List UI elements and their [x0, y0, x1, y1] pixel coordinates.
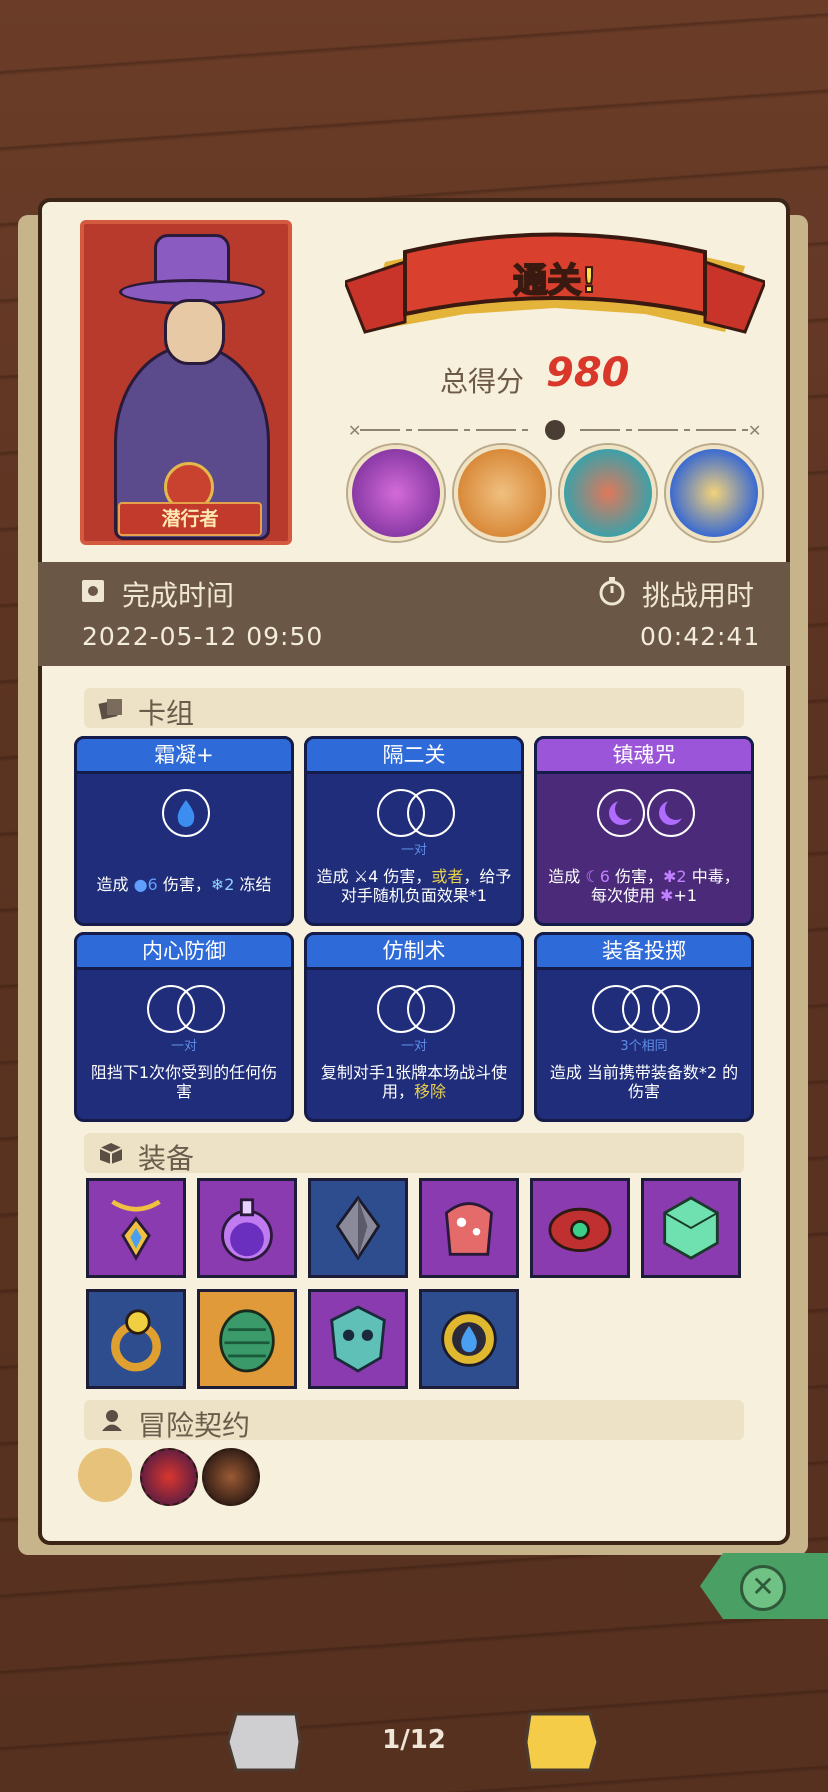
svg-text:✕: ✕ — [348, 421, 361, 440]
boss-portrait-2 — [454, 445, 550, 541]
hero-portrait — [80, 220, 292, 545]
moon-icon — [609, 798, 637, 825]
water-orb-icon — [441, 1311, 497, 1367]
svg-text:✕: ✕ — [748, 421, 761, 440]
ring-icon — [111, 1309, 161, 1372]
pipe-contract-icon[interactable] — [202, 1448, 260, 1506]
water-dice-slot — [162, 789, 210, 837]
calendar-icon — [82, 580, 104, 602]
equipment-title: 装备 — [138, 1142, 195, 1175]
card-name: 镇魂咒 — [534, 736, 754, 774]
deck-card[interactable]: 内心防御 一对 阻挡下1次你受到的任何伤害 — [74, 932, 294, 1122]
equipment-item[interactable] — [419, 1289, 519, 1389]
duration-value: 00:42:41 — [640, 622, 761, 651]
banner-text: 通关! — [513, 261, 597, 301]
equipment-section-header: 装备 — [84, 1133, 744, 1175]
mask-icon — [330, 1305, 386, 1373]
stopwatch-icon — [599, 577, 625, 606]
deck-card[interactable]: 隔二关 一对 造成 ⚔4 伤害，或者，给予对手随机负面效果*1 — [304, 736, 524, 926]
deck-card[interactable]: 仿制术 一对 复制对手1张牌本场战斗使用，移除 — [304, 932, 524, 1122]
deck-card[interactable]: 镇魂咒 造成 ☾6 伤害，✱2 中毒，每次使用 ✱+1 — [534, 736, 754, 926]
potion-icon — [221, 1198, 273, 1262]
duration-label: 挑战用时 — [642, 579, 755, 612]
score-label: 总得分 — [440, 365, 525, 398]
card-requirement: 一对 — [400, 843, 427, 858]
box-icon — [99, 1143, 123, 1164]
dice-slot — [652, 985, 700, 1033]
equipment-item[interactable] — [530, 1178, 630, 1278]
close-button[interactable]: ✕ — [700, 1553, 828, 1619]
equipment-item[interactable] — [86, 1289, 186, 1389]
boss-portrait-3 — [560, 445, 656, 541]
card-description: 复制对手1张牌本场战斗使用，移除 — [320, 1063, 508, 1101]
boss-portrait-4 — [666, 445, 762, 541]
card-name: 装备投掷 — [534, 932, 754, 970]
moon-dice-slot — [647, 789, 695, 837]
deck-title: 卡组 — [138, 697, 195, 730]
card-name: 仿制术 — [304, 932, 524, 970]
equipment-item[interactable] — [641, 1178, 741, 1278]
scroll-contract-icon[interactable] — [78, 1448, 132, 1502]
moon-icon — [659, 798, 687, 825]
amulet-icon — [111, 1199, 161, 1261]
card-name: 霜凝+ — [74, 736, 294, 774]
dice-slot — [407, 985, 455, 1033]
finish-time-label: 完成时间 — [122, 579, 235, 612]
equipment-item[interactable] — [197, 1289, 297, 1389]
page-indicator: 1/12 — [382, 1725, 446, 1755]
equipment-item[interactable] — [197, 1178, 297, 1278]
finish-time-value: 2022-05-12 09:50 — [82, 622, 324, 651]
card-name: 内心防御 — [74, 932, 294, 970]
equipment-item[interactable] — [419, 1178, 519, 1278]
card-requirement: 一对 — [400, 1039, 427, 1054]
card-name: 隔二关 — [304, 736, 524, 774]
prev-page-button[interactable] — [226, 1710, 302, 1774]
person-icon — [102, 1410, 122, 1431]
contract-title: 冒险契约 — [138, 1409, 251, 1442]
defeated-bosses — [348, 445, 768, 545]
score-value: 980 — [546, 350, 630, 396]
water-drop-icon — [177, 800, 195, 827]
card-description: 造成 当前携带装备数*2 的伤害 — [549, 1063, 739, 1101]
boss-divider: ✕ ✕ — [348, 420, 761, 440]
card-description: 阻挡下1次你受到的任何伤害 — [90, 1063, 278, 1101]
victory-banner: 通关! — [345, 232, 765, 334]
dice-slot — [177, 985, 225, 1033]
deck-card[interactable]: 装备投掷 3个相同 造成 当前携带装备数*2 的伤害 — [534, 932, 754, 1122]
equipment-item[interactable] — [308, 1178, 408, 1278]
card-description: 造成 ●6 伤害，❄2 冻结 — [96, 875, 272, 894]
card-description: 造成 ⚔4 伤害，或者，给予对手随机负面效果*1 — [316, 867, 512, 905]
moon-dice-slot — [597, 789, 645, 837]
shell-icon — [219, 1309, 275, 1373]
equipment-item[interactable] — [308, 1289, 408, 1389]
next-page-button[interactable] — [524, 1710, 600, 1774]
contract-section-header: 冒险契约 — [84, 1400, 744, 1442]
boss-portrait-1 — [348, 445, 444, 541]
card-requirement: 3个相同 — [620, 1039, 668, 1054]
deck-card[interactable]: 霜凝+ 造成 ●6 伤害，❄2 冻结 — [74, 736, 294, 926]
hero-name: 潜行者 — [118, 502, 262, 536]
equipment-item[interactable] — [86, 1178, 186, 1278]
demon-contract-icon[interactable] — [140, 1448, 198, 1506]
gem-icon — [663, 1196, 719, 1260]
belt-icon — [548, 1207, 612, 1252]
close-icon: ✕ — [740, 1565, 786, 1611]
dice-slot — [407, 789, 455, 837]
deck-section-header: 卡组 — [84, 688, 744, 730]
cards-icon — [98, 699, 122, 720]
crystal-icon — [335, 1195, 381, 1261]
time-bar: 完成时间 挑战用时 2022-05-12 09:50 00:42:41 — [38, 562, 790, 666]
hero-face — [164, 299, 225, 365]
card-requirement: 一对 — [170, 1039, 197, 1054]
card-description: 造成 ☾6 伤害，✱2 中毒，每次使用 ✱+1 — [548, 867, 740, 905]
mushroom-icon — [444, 1202, 494, 1256]
